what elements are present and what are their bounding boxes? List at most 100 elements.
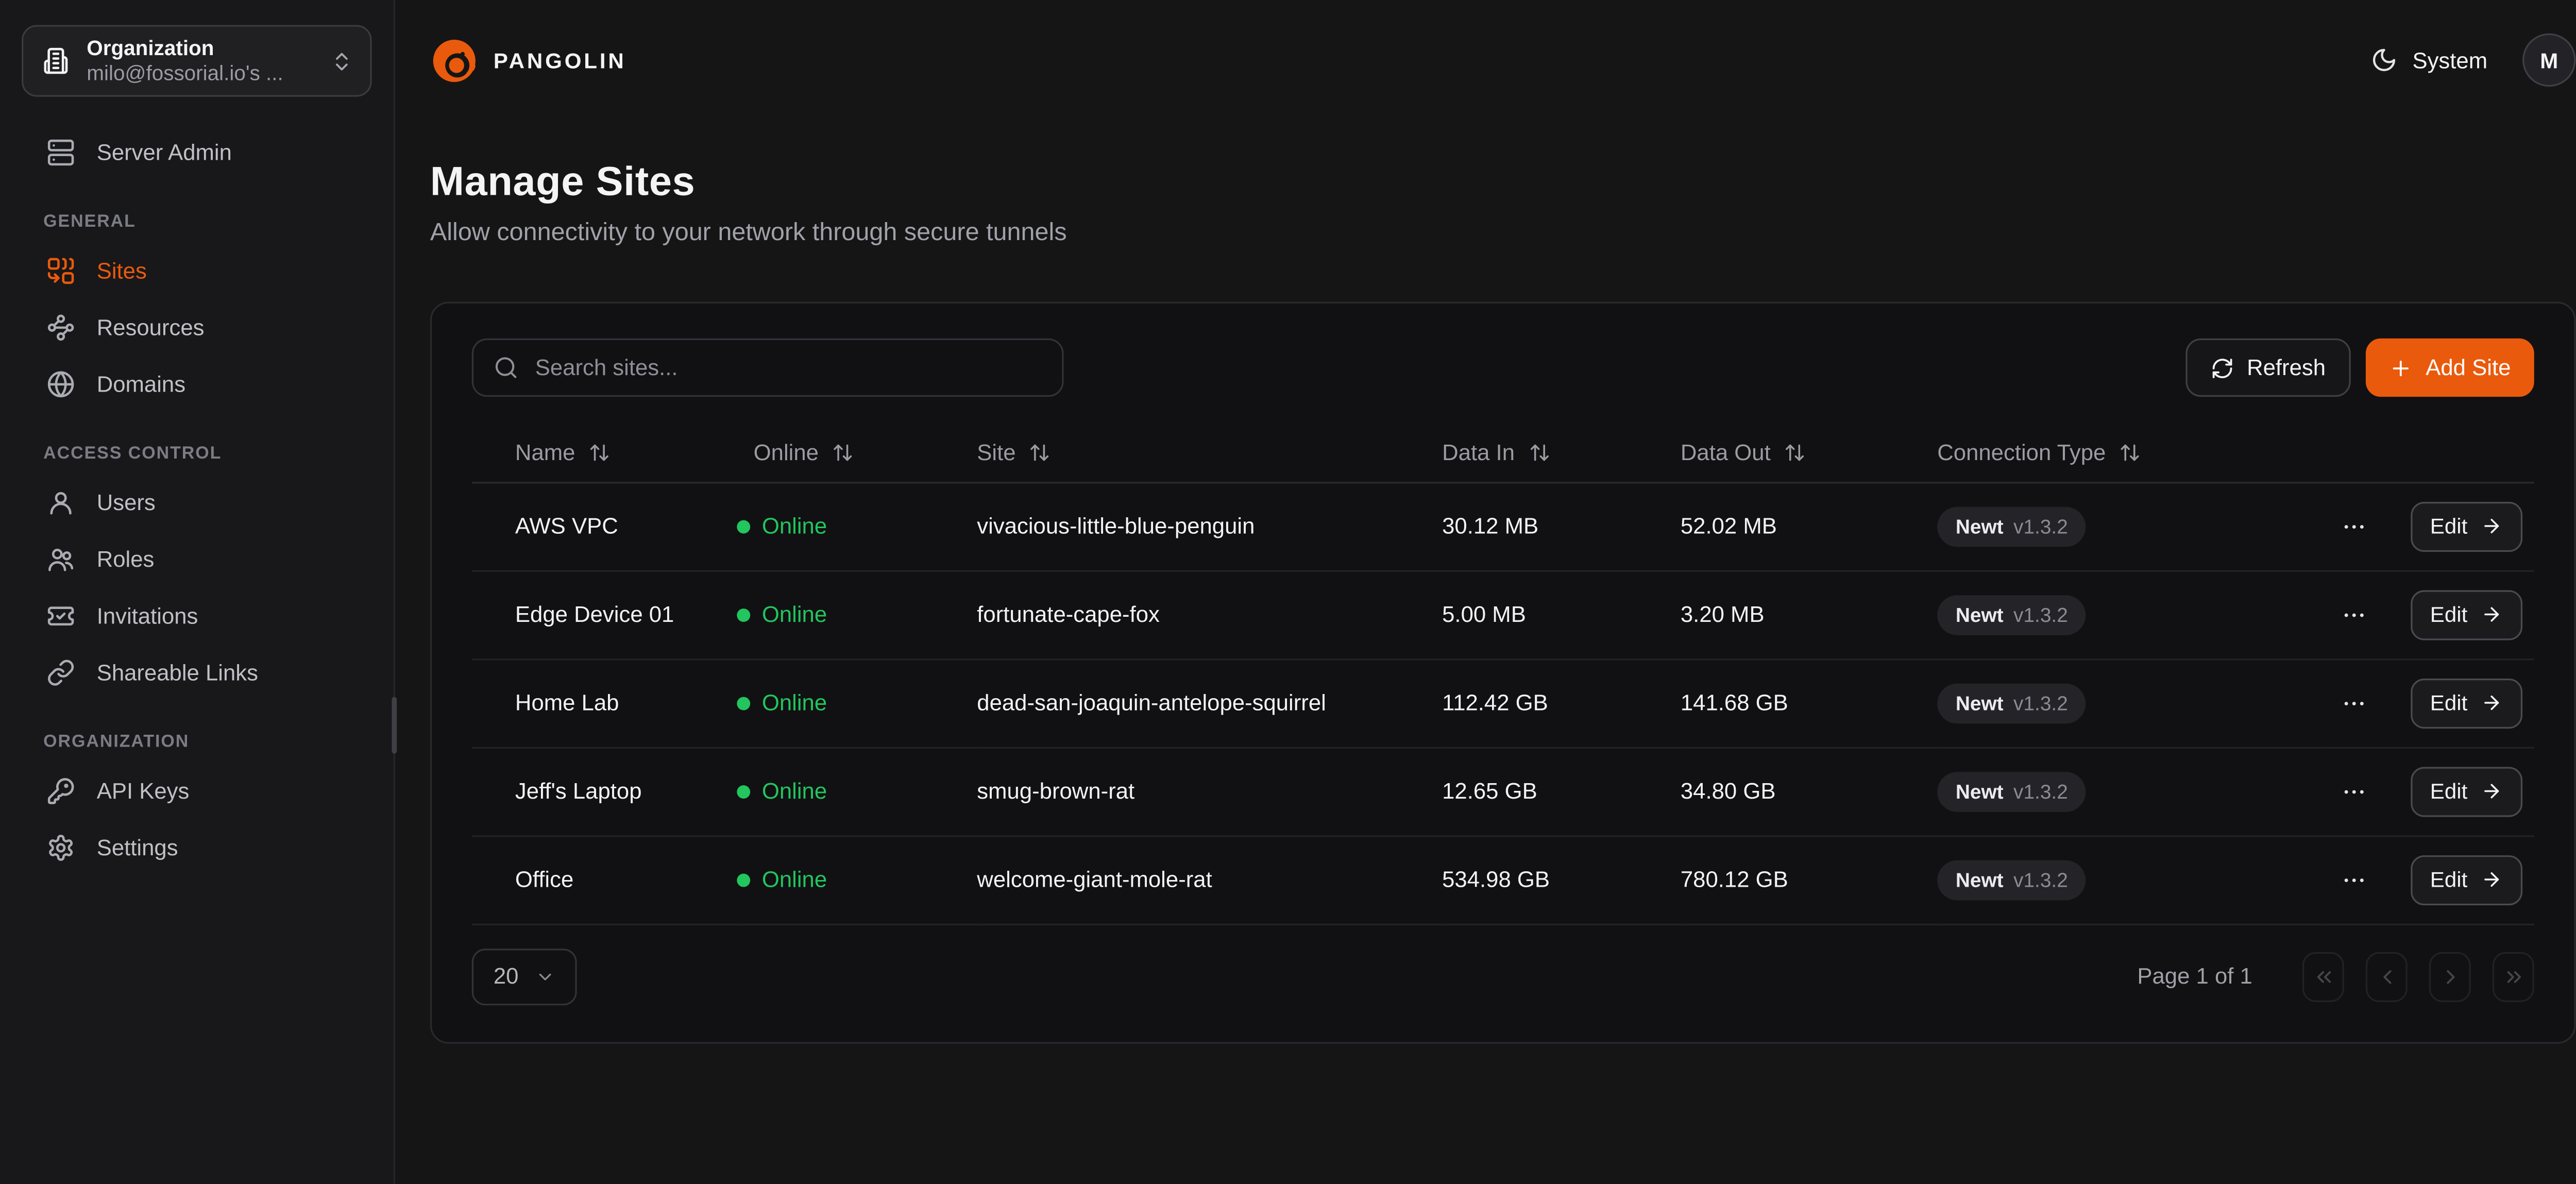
column-header-data-in[interactable]: Data In	[1442, 439, 1681, 465]
more-horizontal-icon	[2340, 866, 2367, 893]
edit-site-button[interactable]: Edit	[2410, 501, 2522, 551]
sort-arrows-icon	[1528, 442, 1550, 463]
nav-section-general: GENERAL	[22, 212, 372, 232]
edit-site-button[interactable]: Edit	[2410, 589, 2522, 639]
arrow-right-icon	[2481, 603, 2502, 625]
theme-toggle-button[interactable]: System	[2371, 47, 2488, 74]
online-dot-icon	[737, 696, 750, 709]
row-actions: Edit	[2327, 678, 2534, 728]
row-menu-button[interactable]	[2337, 774, 2370, 808]
globe-icon	[47, 369, 75, 398]
sidebar-item-roles[interactable]: Roles	[22, 530, 372, 587]
online-status-label: Online	[762, 514, 827, 539]
site-data-in: 534.98 GB	[1442, 835, 1681, 924]
brand: PANGOLIN	[430, 36, 626, 84]
sidebar-item-api-keys[interactable]: API Keys	[22, 762, 372, 819]
last-page-button[interactable]	[2493, 951, 2534, 1001]
page-size-select[interactable]: 20	[472, 948, 577, 1005]
users-icon	[47, 545, 75, 573]
pagination: 20 Page 1 of 1	[472, 948, 2534, 1005]
arrow-right-icon	[2481, 515, 2502, 537]
sidebar-item-resources[interactable]: Resources	[22, 298, 372, 355]
pager-status: Page 1 of 1	[2137, 963, 2252, 989]
table-row: AWS VPC Online vivacious-little-blue-pen…	[472, 482, 2534, 570]
previous-page-button[interactable]	[2366, 951, 2408, 1001]
row-menu-button[interactable]	[2337, 686, 2370, 720]
sidebar-item-invitations[interactable]: Invitations	[22, 587, 372, 644]
search-box	[472, 339, 1064, 397]
edit-site-button[interactable]: Edit	[2410, 854, 2522, 904]
site-connection-type: Newt v1.3.2	[1937, 482, 2327, 570]
user-icon	[47, 488, 75, 516]
brand-name: PANGOLIN	[494, 47, 626, 73]
row-menu-button[interactable]	[2337, 510, 2370, 543]
table-header-row: Name Online Site Data In Data Out Connec…	[472, 424, 2534, 482]
site-connection-type: Newt v1.3.2	[1937, 835, 2327, 924]
site-slug: welcome-giant-mole-rat	[977, 835, 1442, 924]
chevrons-right-icon	[2502, 965, 2525, 988]
next-page-button[interactable]	[2429, 951, 2471, 1001]
column-header-site[interactable]: Site	[977, 439, 1442, 465]
connection-type-badge: Newt v1.3.2	[1937, 506, 2086, 546]
sidebar-item-label: Settings	[97, 835, 178, 860]
site-status: Online	[737, 747, 977, 836]
sidebar-resize-handle[interactable]	[392, 697, 397, 754]
connection-type-badge: Newt v1.3.2	[1937, 859, 2086, 900]
combine-icon	[47, 256, 75, 284]
sidebar-item-settings[interactable]: Settings	[22, 819, 372, 875]
site-name: Edge Device 01	[472, 570, 737, 659]
column-header-online[interactable]: Online	[737, 439, 977, 465]
sidebar-item-domains[interactable]: Domains	[22, 355, 372, 412]
more-horizontal-icon	[2340, 601, 2367, 628]
site-status: Online	[737, 482, 977, 570]
sidebar-item-server-admin[interactable]: Server Admin	[22, 123, 372, 180]
refresh-icon	[2210, 356, 2233, 379]
edit-site-button[interactable]: Edit	[2410, 766, 2522, 816]
site-name: Home Lab	[472, 658, 737, 747]
site-data-in: 112.42 GB	[1442, 658, 1681, 747]
org-switcher[interactable]: Organization milo@fossorial.io's ...	[22, 25, 372, 97]
table-row: Home Lab Online dead-san-joaquin-antelop…	[472, 658, 2534, 747]
site-connection-type: Newt v1.3.2	[1937, 658, 2327, 747]
sites-table: Name Online Site Data In Data Out Connec…	[472, 424, 2534, 924]
column-header-name[interactable]: Name	[472, 439, 737, 465]
sidebar-item-label: Sites	[97, 258, 147, 283]
row-actions: Edit	[2327, 854, 2534, 904]
row-menu-button[interactable]	[2337, 598, 2370, 631]
row-menu-button[interactable]	[2337, 863, 2370, 897]
online-dot-icon	[737, 608, 750, 621]
column-header-data-out[interactable]: Data Out	[1681, 439, 1937, 465]
gear-icon	[47, 833, 75, 861]
arrow-right-icon	[2481, 869, 2502, 890]
first-page-button[interactable]	[2302, 951, 2344, 1001]
sort-arrows-icon	[832, 442, 854, 463]
arrow-right-icon	[2481, 692, 2502, 714]
column-header-connection-type[interactable]: Connection Type	[1937, 439, 2327, 465]
connection-type-badge: Newt v1.3.2	[1937, 595, 2086, 635]
site-slug: smug-brown-rat	[977, 747, 1442, 836]
building-icon	[42, 47, 70, 75]
site-data-out: 52.02 MB	[1681, 482, 1937, 570]
site-connection-type: Newt v1.3.2	[1937, 570, 2327, 659]
pager: Page 1 of 1	[2137, 951, 2534, 1001]
connection-type-badge: Newt v1.3.2	[1937, 771, 2086, 811]
sidebar-item-label: API Keys	[97, 778, 190, 803]
sidebar-nav: Server Admin GENERAL Sites Resources Dom	[22, 123, 372, 875]
site-data-in: 12.65 GB	[1442, 747, 1681, 836]
sites-table-card: Refresh Add Site Name Online	[430, 302, 2576, 1044]
sort-arrows-icon	[1784, 442, 1806, 463]
refresh-button[interactable]: Refresh	[2185, 339, 2350, 397]
add-site-button[interactable]: Add Site	[2366, 339, 2534, 397]
edit-site-button[interactable]: Edit	[2410, 678, 2522, 728]
sidebar-item-shareable-links[interactable]: Shareable Links	[22, 644, 372, 700]
sidebar-item-users[interactable]: Users	[22, 473, 372, 530]
online-dot-icon	[737, 873, 750, 886]
sort-arrows-icon	[588, 442, 610, 463]
sidebar-item-sites[interactable]: Sites	[22, 242, 372, 298]
site-data-out: 3.20 MB	[1681, 570, 1937, 659]
online-status-label: Online	[762, 867, 827, 892]
search-input[interactable]	[535, 355, 1042, 380]
avatar[interactable]: M	[2522, 33, 2576, 87]
waypoints-icon	[47, 313, 75, 341]
more-horizontal-icon	[2340, 778, 2367, 805]
